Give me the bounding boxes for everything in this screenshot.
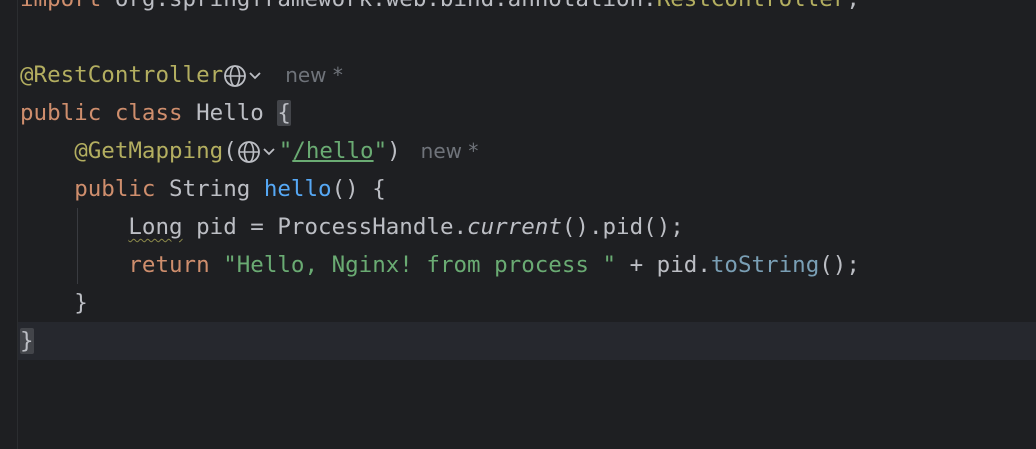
mapping-path-link[interactable]: /hello <box>292 138 373 164</box>
inlay-hint-new[interactable]: new * <box>285 63 343 87</box>
plus-pid: + pid. <box>616 252 711 278</box>
globe-icon <box>224 64 261 87</box>
inlay-hint-new-2[interactable]: new * <box>421 139 479 163</box>
method-name: hello <box>263 176 332 202</box>
globe-icon <box>237 140 275 163</box>
code-line-rest-controller[interactable]: @RestController new * <box>20 56 343 94</box>
open-brace-highlight: { <box>277 100 291 126</box>
chevron-down-icon <box>249 71 261 79</box>
code-line-method-close[interactable]: } <box>20 284 88 322</box>
paren-open: ( <box>223 138 237 164</box>
endpoint-gutter-icon[interactable] <box>223 62 265 87</box>
code-line-import[interactable]: import org.springframework.web.bind.anno… <box>20 0 860 18</box>
current-call: current <box>467 214 562 240</box>
chevron-down-icon <box>263 147 275 155</box>
to-string-call: toString <box>710 252 820 278</box>
quote-open: " <box>278 138 293 164</box>
public-keyword: public <box>20 100 102 126</box>
pid-call: ().pid(); <box>561 214 684 240</box>
code-line-class[interactable]: public class Hello { <box>20 94 291 132</box>
return-string: "Hello, Nginx! from process " <box>223 252 617 278</box>
import-keyword: import <box>20 0 101 12</box>
return-keyword: return <box>128 252 210 278</box>
long-type-warning[interactable]: Long <box>128 214 182 240</box>
variable-declaration: pid = ProcessHandle. <box>182 214 468 240</box>
class-keyword: class <box>114 100 183 126</box>
import-package: org.springframework.web.bind.annotation. <box>101 0 657 12</box>
method-close-brace: } <box>74 290 88 316</box>
code-line-class-close[interactable]: } <box>20 322 34 360</box>
rest-controller-annotation: @RestController <box>20 62 224 88</box>
get-mapping-annotation: @GetMapping <box>74 138 224 164</box>
class-close-brace-highlight: } <box>20 328 34 354</box>
code-line-pid[interactable]: Long pid = ProcessHandle.current().pid()… <box>20 208 684 246</box>
end-call: (); <box>819 252 860 278</box>
paren-close: ) <box>387 138 401 164</box>
gutter-separator <box>17 0 18 449</box>
class-name: Hello <box>196 100 264 126</box>
semicolon: ; <box>846 0 860 12</box>
current-line-highlight <box>18 322 1036 360</box>
import-class: RestController <box>657 0 847 12</box>
code-line-get-mapping[interactable]: @GetMapping( "/hello") new * <box>20 132 478 170</box>
endpoint-gutter-icon-2[interactable] <box>237 138 279 163</box>
return-type: String <box>169 176 251 202</box>
code-line-return[interactable]: return "Hello, Nginx! from process " + p… <box>20 246 860 284</box>
code-line-method[interactable]: public String hello() { <box>20 170 386 208</box>
public-keyword: public <box>74 176 156 202</box>
quote-close: " <box>373 138 388 164</box>
method-signature-rest: () { <box>331 176 386 202</box>
